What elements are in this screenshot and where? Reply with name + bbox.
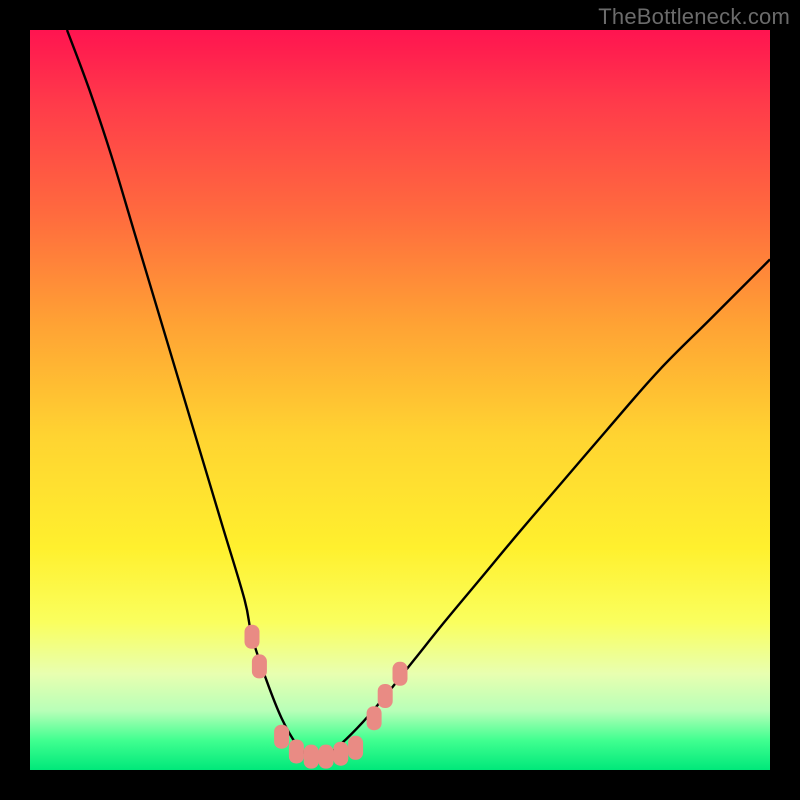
marker-point bbox=[348, 736, 363, 760]
plot-area bbox=[30, 30, 770, 770]
marker-point bbox=[289, 740, 304, 764]
chart-stage: TheBottleneck.com bbox=[0, 0, 800, 800]
curve-right-branch bbox=[311, 259, 770, 759]
curve-left-branch bbox=[67, 30, 311, 759]
watermark-text: TheBottleneck.com bbox=[598, 4, 790, 30]
marker-point bbox=[319, 745, 334, 769]
marker-point bbox=[245, 625, 260, 649]
marker-point bbox=[367, 706, 382, 730]
highlight-markers bbox=[245, 625, 408, 769]
marker-point bbox=[304, 745, 319, 769]
marker-point bbox=[274, 725, 289, 749]
chart-overlay bbox=[30, 30, 770, 770]
marker-point bbox=[393, 662, 408, 686]
marker-point bbox=[378, 684, 393, 708]
marker-point bbox=[252, 654, 267, 678]
marker-point bbox=[333, 742, 348, 766]
